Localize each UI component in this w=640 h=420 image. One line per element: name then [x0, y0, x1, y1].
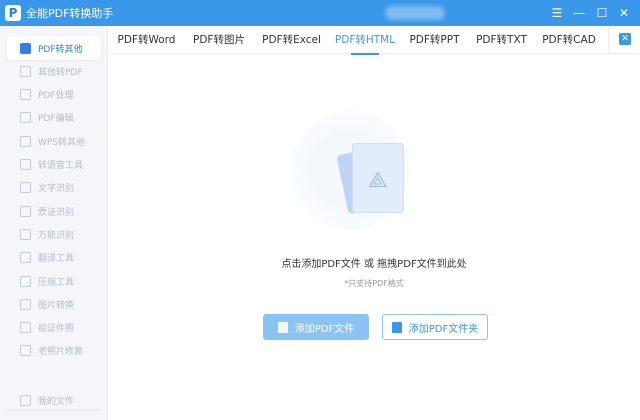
app-title: 全能PDF转换助手	[26, 7, 114, 20]
tab[interactable]: PDF转HTML	[329, 26, 401, 55]
sidebar-item-label: 万能识别	[38, 230, 75, 241]
tool-icon	[20, 322, 31, 334]
close-button[interactable]: ✕	[615, 4, 633, 22]
file-icon	[20, 394, 31, 406]
sidebar-item-label: PDF转其他	[38, 44, 83, 55]
tab[interactable]: PDF转PPT	[401, 26, 468, 54]
sidebar-item-label: 图片转换	[38, 300, 75, 311]
sidebar-item[interactable]: 其他转PDF	[7, 59, 101, 83]
sidebar-item[interactable]: PDF转其他	[7, 36, 101, 60]
add-folder-label: 添加PDF文件夹	[408, 323, 479, 335]
close-panel-icon[interactable]: ✕	[619, 33, 631, 45]
user-account[interactable]	[385, 6, 445, 20]
maximize-button[interactable]: ☐	[593, 4, 611, 22]
sidebar: 我的文件 PDF转其他 其他转PDF PDF处理 PDF编辑 WPS转其他 转语音工具文字…	[0, 26, 108, 420]
tab-bar: PDF转Word PDF转图片 PDF转Excel PDF转HTML PDF转PPT PD…	[109, 26, 640, 55]
tab[interactable]: PDF转CAD	[535, 26, 603, 54]
sidebar-item-label: PDF编辑	[38, 114, 74, 125]
tab[interactable]: PDF转图片	[184, 26, 254, 54]
sidebar-item-label: PDF处理	[38, 91, 74, 102]
sidebar-item-label: 老照片修复	[38, 347, 84, 358]
tool-icon	[20, 182, 31, 194]
sidebar-item[interactable]: 转语音工具	[7, 153, 101, 177]
sidebar-item[interactable]: PDF处理	[7, 83, 101, 107]
add-pdf-folder-button[interactable]: 添加PDF文件夹	[382, 314, 488, 340]
tool-icon	[20, 65, 31, 77]
sidebar-item[interactable]: WPS转其他	[7, 129, 101, 153]
sidebar-item[interactable]: 拍证件照	[7, 316, 101, 340]
support-note: *只支持PDF格式	[344, 279, 404, 288]
menu-icon[interactable]: ☰	[548, 4, 566, 22]
app-logo: P	[5, 5, 21, 21]
sidebar-item-label: 票证识别	[38, 207, 75, 218]
sidebar-item[interactable]: 老照片修复	[7, 339, 101, 363]
sidebar-item-label: WPS转其他	[38, 137, 86, 148]
add-pdf-file-button[interactable]: 添加PDF文件	[263, 314, 369, 340]
sidebar-item[interactable]: PDF编辑	[7, 106, 101, 130]
sidebar-item[interactable]: 文字识别	[7, 176, 101, 200]
title-bar: P 全能PDF转换助手 ☰ — ☐ ✕	[0, 0, 640, 26]
sidebar-item[interactable]: 图片转换	[7, 292, 101, 316]
tool-icon	[20, 42, 31, 54]
divider	[608, 26, 609, 54]
tool-icon	[20, 205, 31, 217]
sidebar-item-label: 文字识别	[38, 184, 75, 195]
sidebar-item-label: 转语音工具	[38, 161, 84, 171]
sidebar-item[interactable]: 票证识别	[7, 199, 101, 223]
add-file-label: 添加PDF文件	[294, 323, 355, 335]
minimize-button[interactable]: —	[570, 4, 588, 22]
tab[interactable]: PDF转TXT	[468, 26, 535, 54]
sidebar-item-label: 其他转PDF	[38, 67, 83, 78]
sidebar-item-my-files[interactable]: 我的文件	[7, 388, 101, 412]
sidebar-item-label: 拍证件照	[38, 324, 75, 335]
acrobat-icon: ⟁	[368, 168, 388, 193]
folder-icon	[391, 321, 402, 333]
tool-icon	[20, 89, 31, 101]
tool-icon	[20, 298, 31, 310]
tool-icon	[20, 228, 31, 240]
tab[interactable]: PDF转Excel	[254, 26, 329, 54]
tool-icon	[20, 135, 31, 147]
sidebar-item-label: 我的文件	[38, 396, 75, 407]
sidebar-item[interactable]: 万能识别	[7, 222, 101, 246]
tab[interactable]: PDF转Word	[109, 26, 184, 54]
tool-icon	[20, 112, 31, 124]
tool-icon	[20, 159, 31, 170]
tool-icon	[20, 345, 31, 357]
pdf-file-icon	[277, 321, 288, 333]
drop-hint: 点击添加PDF文件 或 拖拽PDF文件到此处	[281, 259, 467, 270]
